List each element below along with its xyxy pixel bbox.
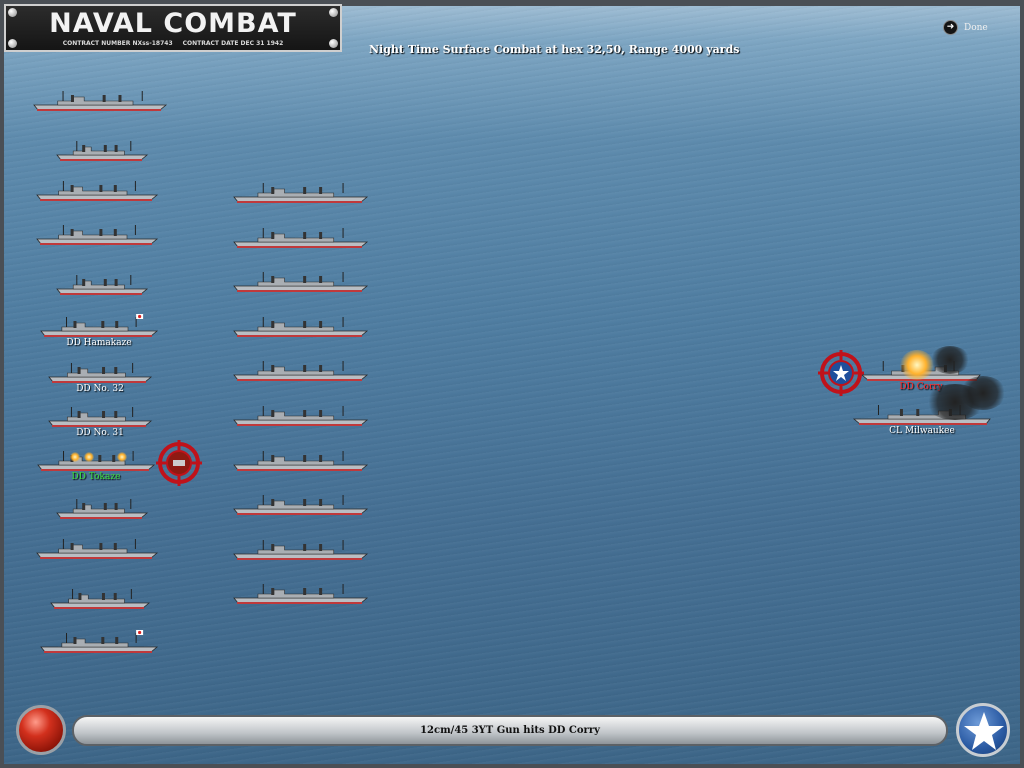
- muzzle-flash-icon: [84, 452, 94, 462]
- ship[interactable]: [233, 405, 369, 427]
- ship-icon: [233, 361, 369, 382]
- ship-icon: [37, 451, 156, 471]
- target-reticle-star-icon[interactable]: [818, 350, 864, 396]
- ship-label: DD No. 31: [76, 428, 124, 438]
- ship[interactable]: [50, 588, 151, 610]
- ship-label: DD Hamakaze: [66, 338, 132, 348]
- muzzle-flash-icon: [70, 452, 80, 462]
- ship[interactable]: [48, 406, 153, 428]
- message-bar: 12cm/45 3YT Gun hits DD Corry: [72, 715, 948, 746]
- ship-icon: [233, 584, 369, 605]
- ship-icon: [50, 589, 151, 609]
- ship-icon: [33, 91, 168, 111]
- ship[interactable]: [56, 140, 149, 162]
- ship-icon: [36, 225, 159, 245]
- ship-icon: [233, 539, 369, 560]
- ship[interactable]: [40, 314, 159, 338]
- contract-number: CONTRACT NUMBER NXss-18743: [62, 40, 173, 47]
- ship-label: DD No. 32: [76, 384, 124, 394]
- ship-icon: [233, 406, 369, 426]
- smoke-icon: [930, 346, 970, 374]
- ship-icon: [233, 272, 369, 293]
- ship[interactable]: [233, 450, 369, 472]
- ship-icon: [56, 499, 149, 519]
- ship-icon: [233, 316, 369, 337]
- ship-icon: [40, 314, 159, 337]
- ship[interactable]: [233, 583, 369, 605]
- ship[interactable]: [233, 316, 369, 338]
- ship-icon: [36, 181, 159, 201]
- ship[interactable]: [56, 274, 149, 296]
- combat-message: 12cm/45 3YT Gun hits DD Corry: [420, 725, 600, 736]
- ship[interactable]: [48, 362, 153, 384]
- ship-icon: [40, 630, 159, 653]
- page-title: NAVAL COMBAT: [49, 8, 297, 39]
- ship[interactable]: [36, 224, 159, 246]
- ship-icon: [56, 141, 149, 161]
- ship[interactable]: [56, 498, 149, 520]
- contract-line: CONTRACT NUMBER NXss-18743 CONTRACT DATE…: [6, 40, 340, 47]
- combat-info: Night Time Surface Combat at hex 32,50, …: [369, 43, 740, 56]
- ship[interactable]: [36, 538, 159, 560]
- ship-icon: [56, 275, 149, 295]
- ship[interactable]: [233, 539, 369, 561]
- ship-icon: [48, 363, 153, 383]
- target-reticle-icon[interactable]: [156, 440, 202, 486]
- ship-label: CL Milwaukee: [889, 426, 955, 436]
- ship[interactable]: [40, 630, 159, 654]
- ship-icon: [233, 227, 369, 248]
- ship-label: DD Tokaze: [71, 472, 121, 482]
- ship[interactable]: [33, 90, 168, 112]
- star-glyph: [964, 712, 1004, 750]
- ship-icon: [233, 495, 369, 516]
- ship[interactable]: [37, 450, 156, 472]
- ship[interactable]: [233, 494, 369, 516]
- ship[interactable]: [233, 271, 369, 293]
- ship-icon: [233, 183, 369, 203]
- contract-date: CONTRACT DATE DEC 31 1942: [182, 40, 284, 47]
- title-plaque: NAVAL COMBAT CONTRACT NUMBER NXss-18743 …: [4, 4, 342, 52]
- ship[interactable]: [36, 180, 159, 202]
- us-star-icon[interactable]: [956, 703, 1010, 757]
- red-button-icon[interactable]: [16, 705, 66, 755]
- done-label: Done: [964, 22, 988, 33]
- smoke-icon: [960, 376, 1006, 410]
- ship-icon: [233, 450, 369, 471]
- arrow-circle-icon: ➜: [943, 20, 958, 35]
- explosion-icon: [900, 350, 934, 380]
- muzzle-flash-icon: [117, 452, 127, 462]
- ship-icon: [36, 539, 159, 559]
- ship-icon: [48, 407, 153, 427]
- ship[interactable]: [233, 227, 369, 249]
- ship[interactable]: [233, 360, 369, 382]
- ship[interactable]: [233, 182, 369, 204]
- done-button[interactable]: ➜ Done: [943, 20, 988, 35]
